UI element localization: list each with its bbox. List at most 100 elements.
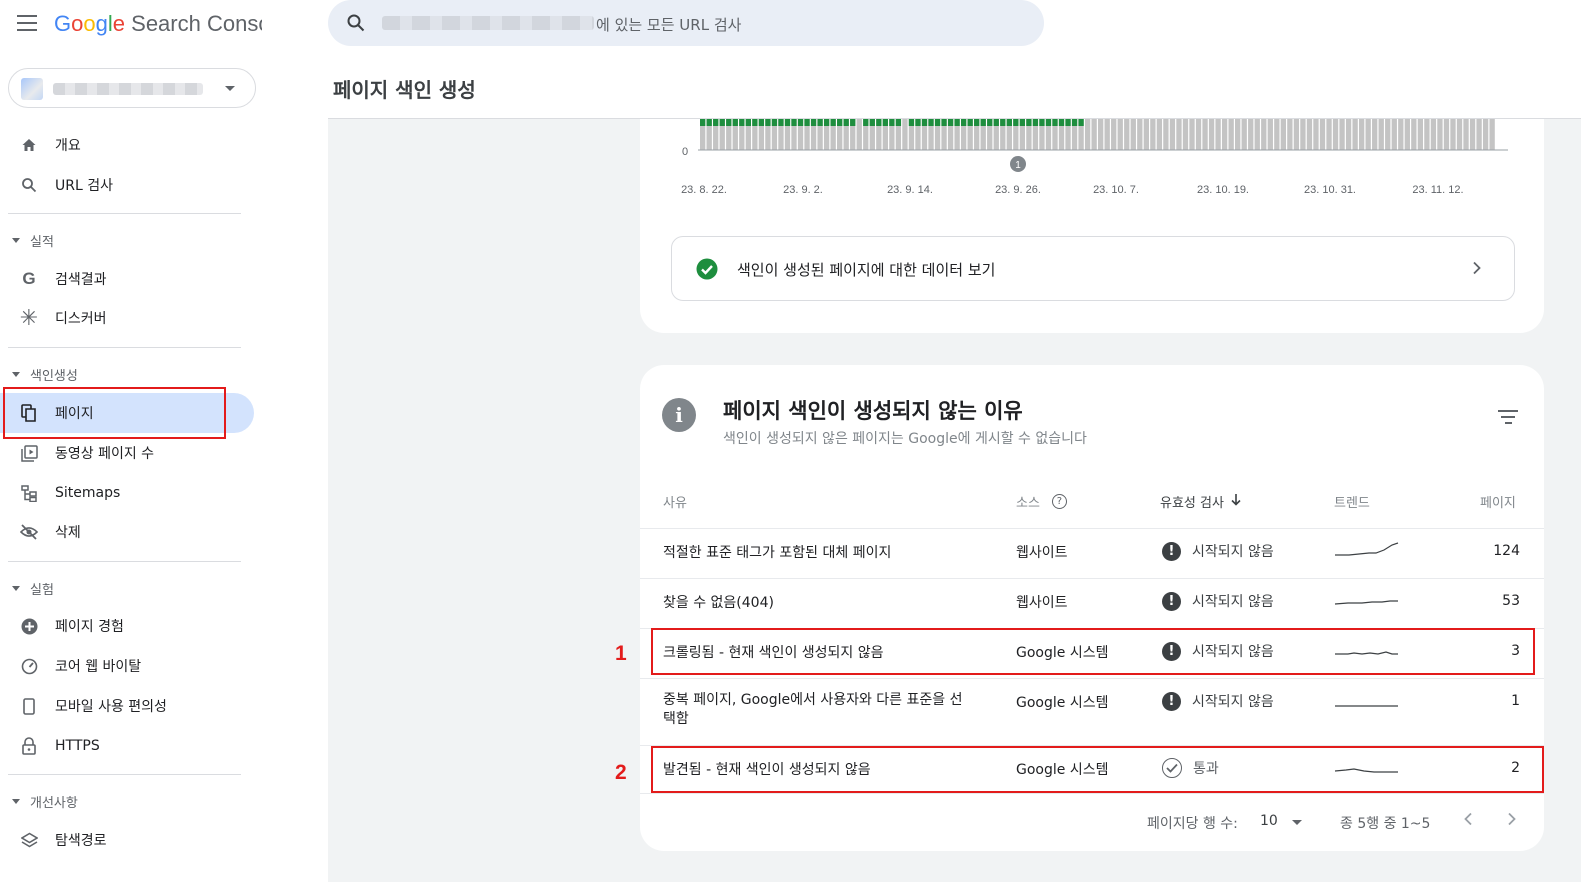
chart-bar-not-indexed[interactable] <box>1326 119 1332 150</box>
chart-bar-not-indexed[interactable] <box>1287 119 1293 150</box>
chart-bar-not-indexed[interactable] <box>1437 119 1443 150</box>
prev-page-button[interactable] <box>1463 811 1473 830</box>
chart-bar-not-indexed[interactable] <box>1261 119 1267 150</box>
chart-bar-indexed[interactable] <box>791 119 797 126</box>
chart-bar-indexed[interactable] <box>941 119 947 126</box>
chart-bar-not-indexed[interactable] <box>1104 119 1110 150</box>
sidebar-item-url-inspection[interactable]: URL 검사 <box>0 165 254 205</box>
chart-bar-not-indexed[interactable] <box>1195 119 1202 150</box>
chart-bar-indexed[interactable] <box>830 119 836 126</box>
chart-bar-indexed[interactable] <box>987 119 993 126</box>
chart-bar-indexed[interactable] <box>974 119 980 126</box>
chart-bar-not-indexed[interactable] <box>1306 119 1313 150</box>
chart-bar-indexed[interactable] <box>1078 119 1084 126</box>
chart-bar-indexed[interactable] <box>784 119 791 126</box>
chart-bar-not-indexed[interactable] <box>1215 119 1221 150</box>
chart-bar-indexed[interactable] <box>843 119 849 126</box>
chart-bar-not-indexed[interactable] <box>1430 119 1437 150</box>
sidebar-item-page-experience[interactable]: 페이지 경험 <box>0 606 254 646</box>
chart-bar-indexed[interactable] <box>915 119 921 126</box>
chart-bar-not-indexed[interactable] <box>1482 119 1489 150</box>
chart-bar-not-indexed[interactable] <box>1293 119 1300 150</box>
chart-bar-not-indexed[interactable] <box>1456 119 1463 150</box>
col-header-pages[interactable]: 페이지 <box>1480 492 1516 511</box>
chart-bar-indexed[interactable] <box>1013 119 1019 126</box>
chart-bar-not-indexed[interactable] <box>1385 119 1391 150</box>
url-inspect-search-bar[interactable]: 에 있는 모든 URL 검사 <box>328 0 1044 46</box>
chart-bar-not-indexed[interactable] <box>1143 119 1149 150</box>
chart-annotation-marker[interactable]: 1 <box>1010 156 1026 172</box>
chart-bar-indexed[interactable] <box>1006 119 1012 126</box>
chart-bar-indexed[interactable] <box>700 119 706 126</box>
chart-bar-not-indexed[interactable] <box>1345 119 1352 150</box>
sidebar-item-removals[interactable]: 삭제 <box>0 512 254 552</box>
chart-bar-not-indexed[interactable] <box>1084 119 1091 150</box>
chart-bar-not-indexed[interactable] <box>1267 119 1273 150</box>
chart-bar-indexed[interactable] <box>1026 119 1032 126</box>
chart-bar-indexed[interactable] <box>719 119 725 126</box>
chart-bar-indexed[interactable] <box>1039 119 1045 126</box>
chart-bar-indexed[interactable] <box>765 119 771 126</box>
chart-bar-indexed[interactable] <box>895 119 902 126</box>
sidebar-item-sitemaps[interactable]: Sitemaps <box>0 473 254 513</box>
help-icon[interactable]: ? <box>1051 494 1067 509</box>
chart-bar-indexed[interactable] <box>1065 119 1071 126</box>
chart-bar-indexed[interactable] <box>980 119 986 126</box>
sidebar-item-search-results[interactable]: G 검색결과 <box>0 259 254 299</box>
sidebar-section-performance[interactable]: 실적 <box>12 231 54 250</box>
chart-bar-not-indexed[interactable] <box>1208 119 1215 150</box>
chart-bar-not-indexed[interactable] <box>1150 119 1156 150</box>
chart-bar-not-indexed[interactable] <box>1332 119 1339 150</box>
chart-bar-indexed[interactable] <box>928 119 934 126</box>
chart-bar-not-indexed[interactable] <box>1248 119 1254 150</box>
chart-bar-not-indexed[interactable] <box>1300 119 1306 150</box>
chart-bar-indexed[interactable] <box>876 119 882 126</box>
chart-bar-indexed[interactable] <box>823 119 830 126</box>
chart-bar-not-indexed[interactable] <box>1469 119 1476 150</box>
chart-bar-indexed[interactable] <box>934 119 941 126</box>
chart-bar-not-indexed[interactable] <box>1358 119 1365 150</box>
chart-bar-not-indexed[interactable] <box>1137 119 1143 150</box>
sidebar-item-overview[interactable]: 개요 <box>0 125 254 165</box>
filter-icon[interactable] <box>1497 410 1519 428</box>
chart-bar-not-indexed[interactable] <box>1169 119 1176 150</box>
chart-bar-not-indexed[interactable] <box>1476 119 1482 150</box>
chart-bar-indexed[interactable] <box>1045 119 1052 126</box>
sidebar-item-video-pages[interactable]: 동영상 페이지 수 <box>0 433 254 473</box>
chart-bar-not-indexed[interactable] <box>1189 119 1195 150</box>
chart-bar-not-indexed[interactable] <box>1411 119 1417 150</box>
chart-bar-indexed[interactable] <box>1071 119 1078 126</box>
chart-bar-not-indexed[interactable] <box>1313 119 1319 150</box>
chart-bar-not-indexed[interactable] <box>1404 119 1410 150</box>
col-header-validation[interactable]: 유효성 검사 <box>1160 492 1242 511</box>
sidebar-item-https[interactable]: HTTPS <box>0 726 254 766</box>
chart-bar-not-indexed[interactable] <box>1228 119 1234 150</box>
chart-bar-not-indexed[interactable] <box>1156 119 1163 150</box>
chart-bar-not-indexed[interactable] <box>1424 119 1430 150</box>
chart-bar-not-indexed[interactable] <box>856 119 862 150</box>
chart-bar-indexed[interactable] <box>954 119 960 126</box>
chart-bar-not-indexed[interactable] <box>1417 119 1424 150</box>
chart-bar-not-indexed[interactable] <box>1182 119 1189 150</box>
chart-bar-indexed[interactable] <box>752 119 758 126</box>
chart-bar-not-indexed[interactable] <box>1463 119 1469 150</box>
chart-bar-not-indexed[interactable] <box>1202 119 1208 150</box>
chart-bar-indexed[interactable] <box>993 119 999 126</box>
chart-bar-indexed[interactable] <box>713 119 719 126</box>
chart-bar-indexed[interactable] <box>921 119 928 126</box>
chart-bar-indexed[interactable] <box>706 119 712 126</box>
chart-bar-indexed[interactable] <box>1052 119 1058 126</box>
chart-bar-not-indexed[interactable] <box>1254 119 1260 150</box>
chart-bar-indexed[interactable] <box>960 119 967 126</box>
chart-bar-indexed[interactable] <box>739 119 745 126</box>
chart-bar-not-indexed[interactable] <box>1221 119 1228 150</box>
chart-bar-indexed[interactable] <box>817 119 823 126</box>
chart-bar-indexed[interactable] <box>758 119 765 126</box>
chart-bar-not-indexed[interactable] <box>1352 119 1358 150</box>
sidebar-item-discover[interactable]: ✳ 디스커버 <box>0 298 254 338</box>
chart-bar-indexed[interactable] <box>745 119 751 126</box>
chart-bar-not-indexed[interactable] <box>1241 119 1247 150</box>
chart-bar-indexed[interactable] <box>837 119 843 126</box>
chart-bar-not-indexed[interactable] <box>1365 119 1371 150</box>
view-indexed-pages-link[interactable]: 색인이 생성된 페이지에 대한 데이터 보기 <box>671 236 1515 301</box>
